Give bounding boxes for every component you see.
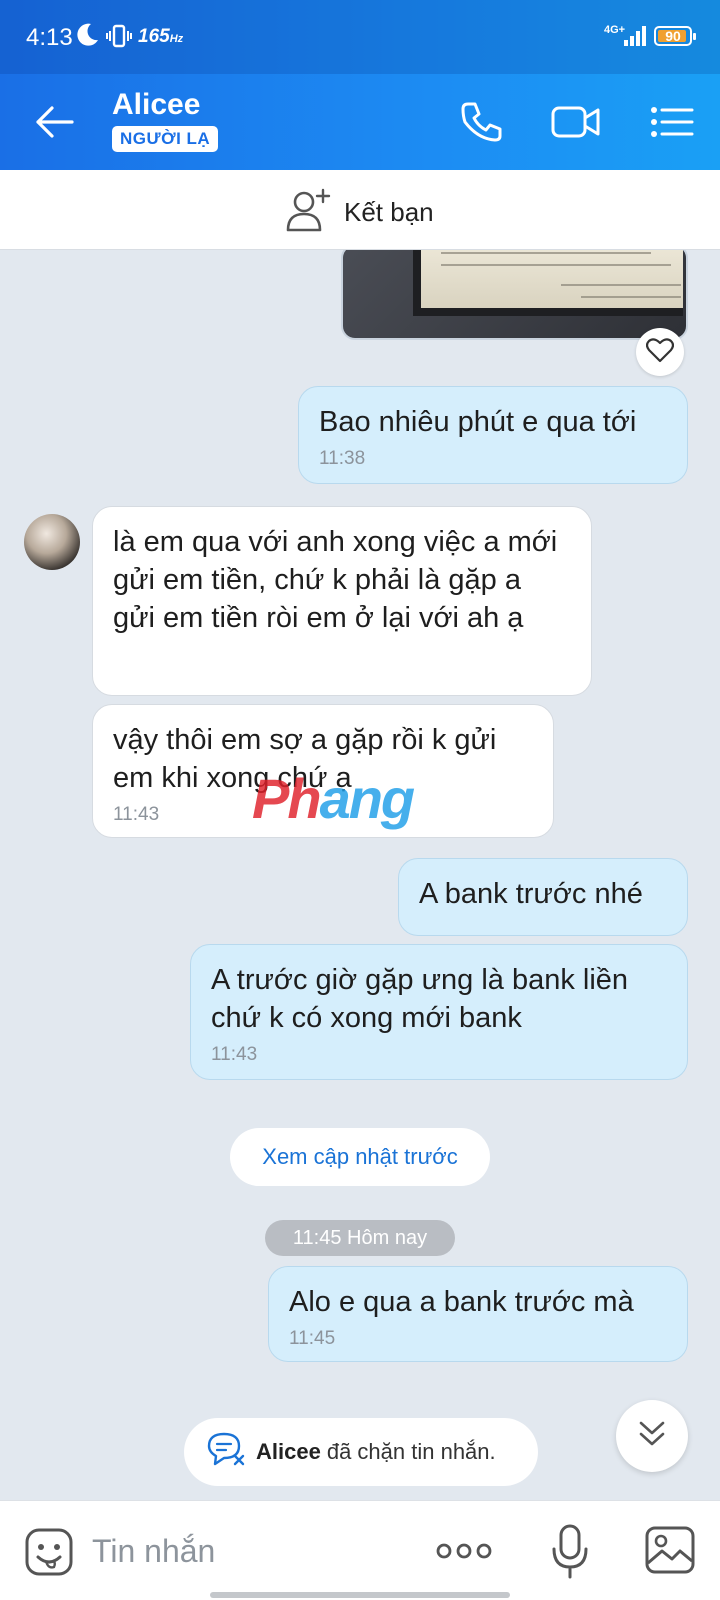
- like-reaction-button[interactable]: [636, 328, 684, 376]
- status-time: 4:13: [26, 24, 73, 51]
- more-options-icon[interactable]: [436, 1541, 492, 1566]
- battery-level: 90: [665, 28, 681, 44]
- message-text: là em qua với anh xong việc a mới gửi em…: [113, 526, 558, 634]
- add-friend-bar: Kết bạn: [0, 170, 720, 250]
- vibrate-icon: [106, 24, 132, 53]
- message-input[interactable]: [92, 1529, 412, 1573]
- refresh-rate: 165Hz: [138, 26, 184, 47]
- message-text: Alo e qua a bank trước mà: [289, 1286, 634, 1318]
- battery-icon: 90: [654, 26, 696, 46]
- blocked-notice: Alicee đã chặn tin nhắn.: [184, 1418, 538, 1486]
- message-text: A trước giờ gặp ưng là bank liền chứ k c…: [211, 964, 629, 1034]
- signal-icon: [624, 26, 648, 51]
- image-gallery-icon[interactable]: [644, 1525, 696, 1580]
- menu-list-icon[interactable]: [648, 98, 696, 146]
- photo-content: [413, 250, 683, 316]
- scroll-to-bottom-button[interactable]: [616, 1400, 688, 1472]
- avatar[interactable]: [24, 514, 80, 570]
- sticker-icon[interactable]: [24, 1527, 74, 1582]
- heart-icon: [645, 337, 675, 368]
- contact-name[interactable]: Alicee: [112, 88, 200, 122]
- add-user-icon: [286, 188, 332, 237]
- message-composer: [0, 1500, 720, 1600]
- image-message[interactable]: [341, 250, 688, 340]
- blocked-name: Alicee: [256, 1439, 321, 1464]
- chat-area[interactable]: Bao nhiêu phút e qua tới 11:38 là em qua…: [0, 250, 720, 1500]
- chat-header: Alicee NGƯỜI LẠ: [0, 74, 720, 170]
- message-bubble-out[interactable]: Bao nhiêu phút e qua tới 11:38: [298, 386, 688, 484]
- back-button[interactable]: [32, 102, 76, 142]
- network-type: 4G+: [604, 24, 626, 36]
- stranger-badge: NGƯỜI LẠ: [112, 126, 219, 152]
- add-friend-label: Kết bạn: [344, 197, 434, 227]
- microphone-icon[interactable]: [550, 1523, 590, 1584]
- message-time: 11:43: [211, 1044, 258, 1065]
- call-icon[interactable]: [458, 98, 506, 146]
- message-bubble-in[interactable]: là em qua với anh xong việc a mới gửi em…: [92, 506, 592, 696]
- home-indicator[interactable]: [210, 1592, 510, 1598]
- video-call-icon[interactable]: [550, 98, 600, 146]
- message-text: A bank trước nhé: [419, 878, 643, 910]
- message-time: 11:38: [319, 448, 366, 469]
- watermark-logo: Phang: [252, 767, 415, 830]
- blocked-message-icon: [206, 1431, 246, 1473]
- double-chevron-down-icon: [637, 1419, 667, 1454]
- date-divider: 11:45 Hôm nay: [265, 1220, 455, 1256]
- message-bubble-out[interactable]: A trước giờ gặp ưng là bank liền chứ k c…: [190, 944, 688, 1080]
- message-text: Bao nhiêu phút e qua tới: [319, 406, 637, 438]
- message-bubble-out[interactable]: Alo e qua a bank trước mà 11:45: [268, 1266, 688, 1362]
- add-friend-button[interactable]: Kết bạn: [286, 188, 434, 237]
- blocked-text: đã chặn tin nhắn.: [326, 1439, 496, 1464]
- moon-icon: [76, 22, 100, 53]
- view-previous-updates-button[interactable]: Xem cập nhật trước: [230, 1128, 490, 1186]
- message-bubble-out[interactable]: A bank trước nhé: [398, 858, 688, 936]
- status-bar: 4:13 165Hz 4G+ 90: [0, 0, 720, 74]
- message-time: 11:45: [289, 1328, 336, 1349]
